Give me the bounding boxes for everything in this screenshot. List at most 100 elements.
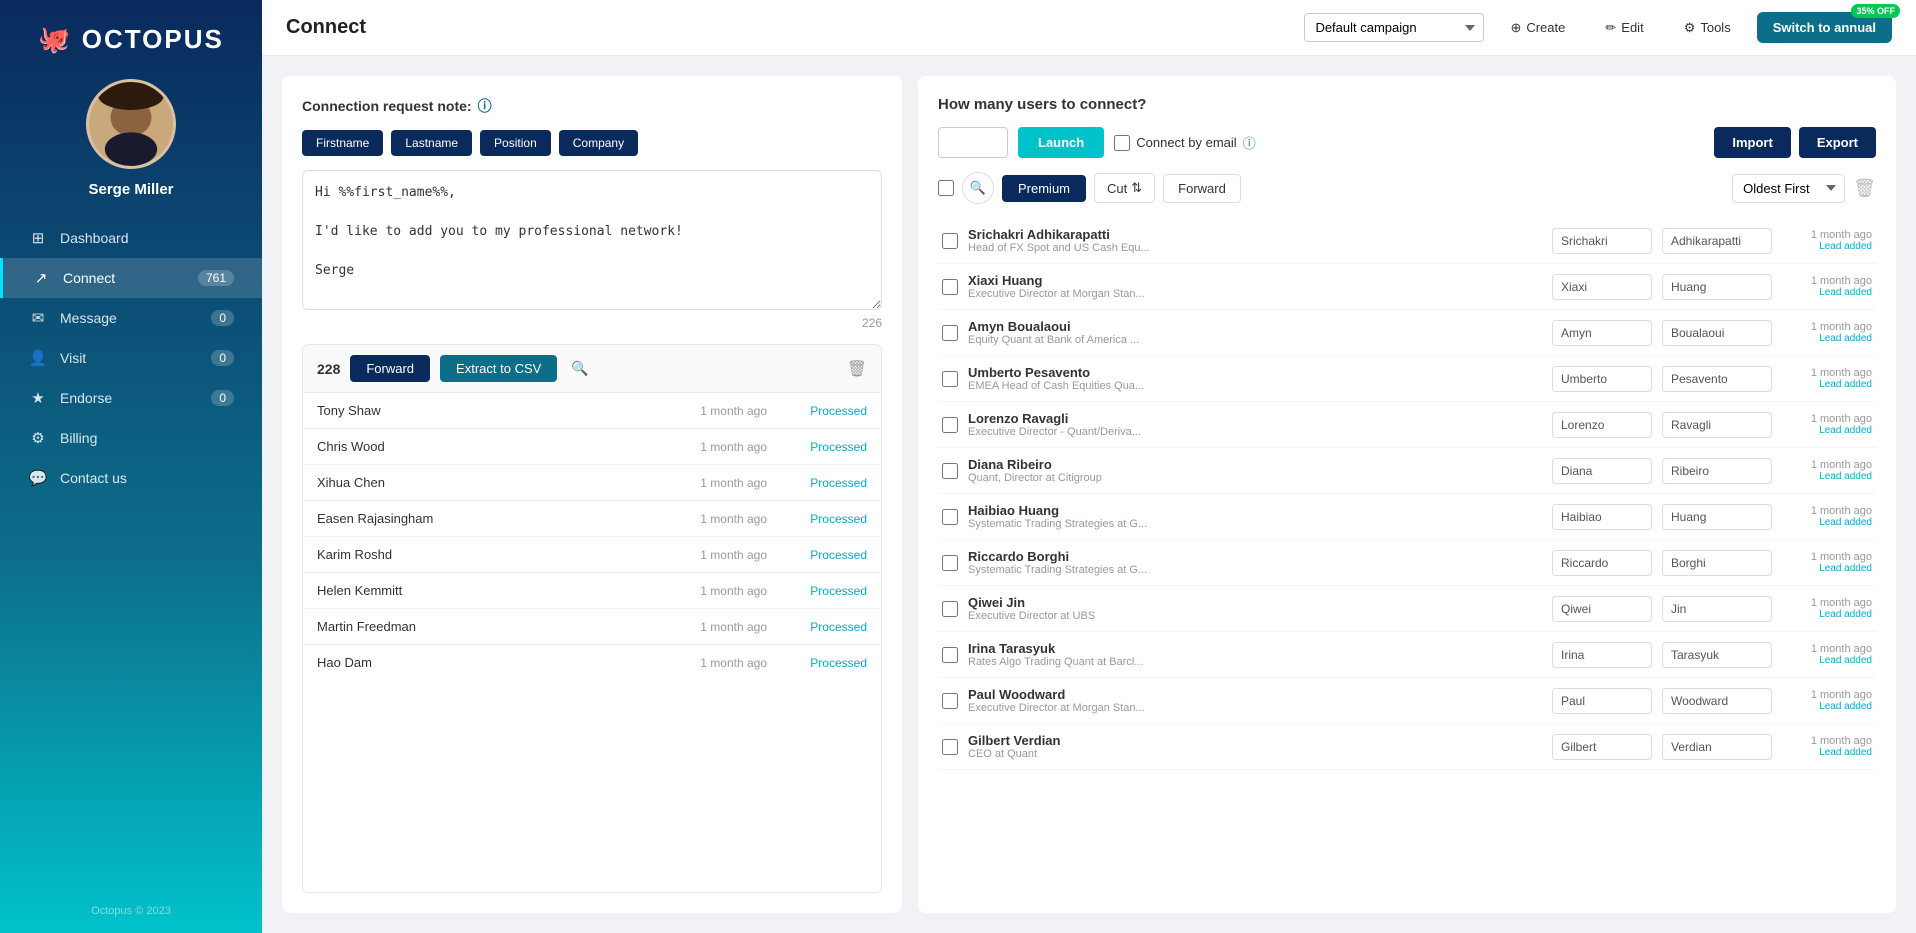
- sidebar-item-contact-us[interactable]: 💬 Contact us: [0, 458, 262, 498]
- lead-lastname-input[interactable]: [1662, 228, 1772, 254]
- message-icon: ✉: [28, 309, 48, 327]
- email-info-icon: ⓘ: [1243, 133, 1256, 152]
- page-title: Connect: [286, 16, 1292, 39]
- lead-lastname-input[interactable]: [1662, 274, 1772, 300]
- lead-checkbox[interactable]: [942, 693, 958, 709]
- lead-firstname-input[interactable]: [1552, 274, 1652, 300]
- cut-button[interactable]: Cut ⇅: [1094, 173, 1155, 203]
- queue-extract-button[interactable]: Extract to CSV: [440, 355, 557, 382]
- queue-row-time: 1 month ago: [700, 584, 810, 598]
- queue-search-button[interactable]: 🔍: [567, 356, 592, 381]
- sidebar: 🐙 OCTOPUS Serge Miller ⊞ Dashboard ↗ Con…: [0, 0, 262, 933]
- connect-email-label: Connect by email ⓘ: [1114, 133, 1255, 152]
- char-count: 226: [302, 316, 882, 330]
- lead-firstname-input[interactable]: [1552, 734, 1652, 760]
- position-tag-button[interactable]: Position: [480, 130, 551, 156]
- lead-firstname-input[interactable]: [1552, 550, 1652, 576]
- campaign-select[interactable]: Default campaign Campaign 2 Campaign 3: [1304, 13, 1484, 42]
- lead-time: 1 month ago: [1782, 321, 1872, 333]
- tools-button[interactable]: ⚙ Tools: [1670, 13, 1745, 43]
- lead-firstname-input[interactable]: [1552, 366, 1652, 392]
- queue-forward-button[interactable]: Forward: [350, 355, 430, 382]
- lead-checkbox[interactable]: [942, 647, 958, 663]
- message-textarea[interactable]: Hi %%first_name%%, I'd like to add you t…: [302, 170, 882, 310]
- lead-firstname-input[interactable]: [1552, 642, 1652, 668]
- lead-lastname-input[interactable]: [1662, 550, 1772, 576]
- lead-time-badge: 1 month ago Lead added: [1782, 597, 1872, 620]
- lead-lastname-input[interactable]: [1662, 596, 1772, 622]
- lead-firstname-input[interactable]: [1552, 320, 1652, 346]
- visit-icon: 👤: [28, 349, 48, 367]
- queue-row-status: Processed: [810, 656, 867, 670]
- lead-time: 1 month ago: [1782, 597, 1872, 609]
- lead-checkbox[interactable]: [942, 325, 958, 341]
- sidebar-item-endorse[interactable]: ★ Endorse 0: [0, 378, 262, 418]
- dashboard-icon: ⊞: [28, 229, 48, 247]
- lead-lastname-input[interactable]: [1662, 504, 1772, 530]
- lead-info: Amyn Boualaoui Equity Quant at Bank of A…: [968, 319, 1542, 346]
- lead-checkbox[interactable]: [942, 555, 958, 571]
- lead-checkbox[interactable]: [942, 509, 958, 525]
- lead-firstname-input[interactable]: [1552, 688, 1652, 714]
- sidebar-item-visit[interactable]: 👤 Visit 0: [0, 338, 262, 378]
- sidebar-item-message[interactable]: ✉ Message 0: [0, 298, 262, 338]
- lead-lastname-input[interactable]: [1662, 366, 1772, 392]
- queue-header: 228 Forward Extract to CSV 🔍 🗑: [303, 345, 881, 393]
- lead-lastname-input[interactable]: [1662, 320, 1772, 346]
- sidebar-item-connect[interactable]: ↗ Connect 761: [0, 258, 262, 298]
- forward-filter-button[interactable]: Forward: [1163, 174, 1241, 203]
- launch-button[interactable]: Launch: [1018, 127, 1104, 158]
- lead-lastname-input[interactable]: [1662, 642, 1772, 668]
- connect-email-checkbox[interactable]: [1114, 135, 1130, 151]
- sidebar-item-dashboard[interactable]: ⊞ Dashboard: [0, 218, 262, 258]
- lead-checkbox[interactable]: [942, 739, 958, 755]
- create-button[interactable]: ⊕ Create: [1496, 13, 1579, 43]
- lead-title: Executive Director at Morgan Stan...: [968, 702, 1542, 714]
- edit-icon: ✏: [1605, 20, 1616, 36]
- lead-lastname-input[interactable]: [1662, 458, 1772, 484]
- lead-title: Quant, Director at Citigroup: [968, 472, 1542, 484]
- lead-time-badge: 1 month ago Lead added: [1782, 229, 1872, 252]
- select-all-checkbox[interactable]: [938, 180, 954, 196]
- export-button[interactable]: Export: [1799, 127, 1876, 158]
- lead-title: Systematic Trading Strategies at G...: [968, 518, 1542, 530]
- lead-title: Executive Director - Quant/Deriva...: [968, 426, 1542, 438]
- queue-row-time: 1 month ago: [700, 512, 810, 526]
- switch-annual-button[interactable]: 35% OFF Switch to annual: [1757, 12, 1892, 43]
- lead-checkbox[interactable]: [942, 371, 958, 387]
- lead-firstname-input[interactable]: [1552, 596, 1652, 622]
- sidebar-item-billing[interactable]: ⚙ Billing: [0, 418, 262, 458]
- left-panel: Connection request note: ⓘ Firstname Las…: [282, 76, 902, 913]
- endorse-badge: 0: [211, 390, 234, 406]
- sort-select[interactable]: Oldest First Newest First: [1732, 174, 1845, 203]
- queue-row: Hao Dam 1 month ago Processed: [303, 645, 881, 673]
- queue-row: Tony Shaw 1 month ago Processed: [303, 393, 881, 429]
- sort-arrows-icon: ⇅: [1131, 180, 1142, 196]
- premium-filter-button[interactable]: Premium: [1002, 175, 1086, 202]
- lead-firstname-input[interactable]: [1552, 458, 1652, 484]
- content-area: Connection request note: ⓘ Firstname Las…: [262, 56, 1916, 933]
- lead-checkbox[interactable]: [942, 233, 958, 249]
- lead-lastname-input[interactable]: [1662, 688, 1772, 714]
- queue-delete-button[interactable]: 🗑: [847, 359, 867, 379]
- lead-checkbox[interactable]: [942, 463, 958, 479]
- lead-firstname-input[interactable]: [1552, 504, 1652, 530]
- lead-lastname-input[interactable]: [1662, 734, 1772, 760]
- import-button[interactable]: Import: [1714, 127, 1790, 158]
- lead-firstname-input[interactable]: [1552, 412, 1652, 438]
- lead-added: Lead added: [1782, 241, 1872, 252]
- lead-checkbox[interactable]: [942, 601, 958, 617]
- lead-checkbox[interactable]: [942, 279, 958, 295]
- filter-search-button[interactable]: 🔍: [962, 172, 994, 204]
- lead-lastname-input[interactable]: [1662, 412, 1772, 438]
- lead-time: 1 month ago: [1782, 413, 1872, 425]
- queue-row-name: Xihua Chen: [317, 475, 700, 490]
- edit-button[interactable]: ✏ Edit: [1591, 13, 1657, 43]
- lead-firstname-input[interactable]: [1552, 228, 1652, 254]
- firstname-tag-button[interactable]: Firstname: [302, 130, 383, 156]
- company-tag-button[interactable]: Company: [559, 130, 638, 156]
- lead-checkbox[interactable]: [942, 417, 958, 433]
- lastname-tag-button[interactable]: Lastname: [391, 130, 472, 156]
- delete-list-button[interactable]: 🗑: [1853, 178, 1876, 199]
- launch-count-input[interactable]: [938, 127, 1008, 158]
